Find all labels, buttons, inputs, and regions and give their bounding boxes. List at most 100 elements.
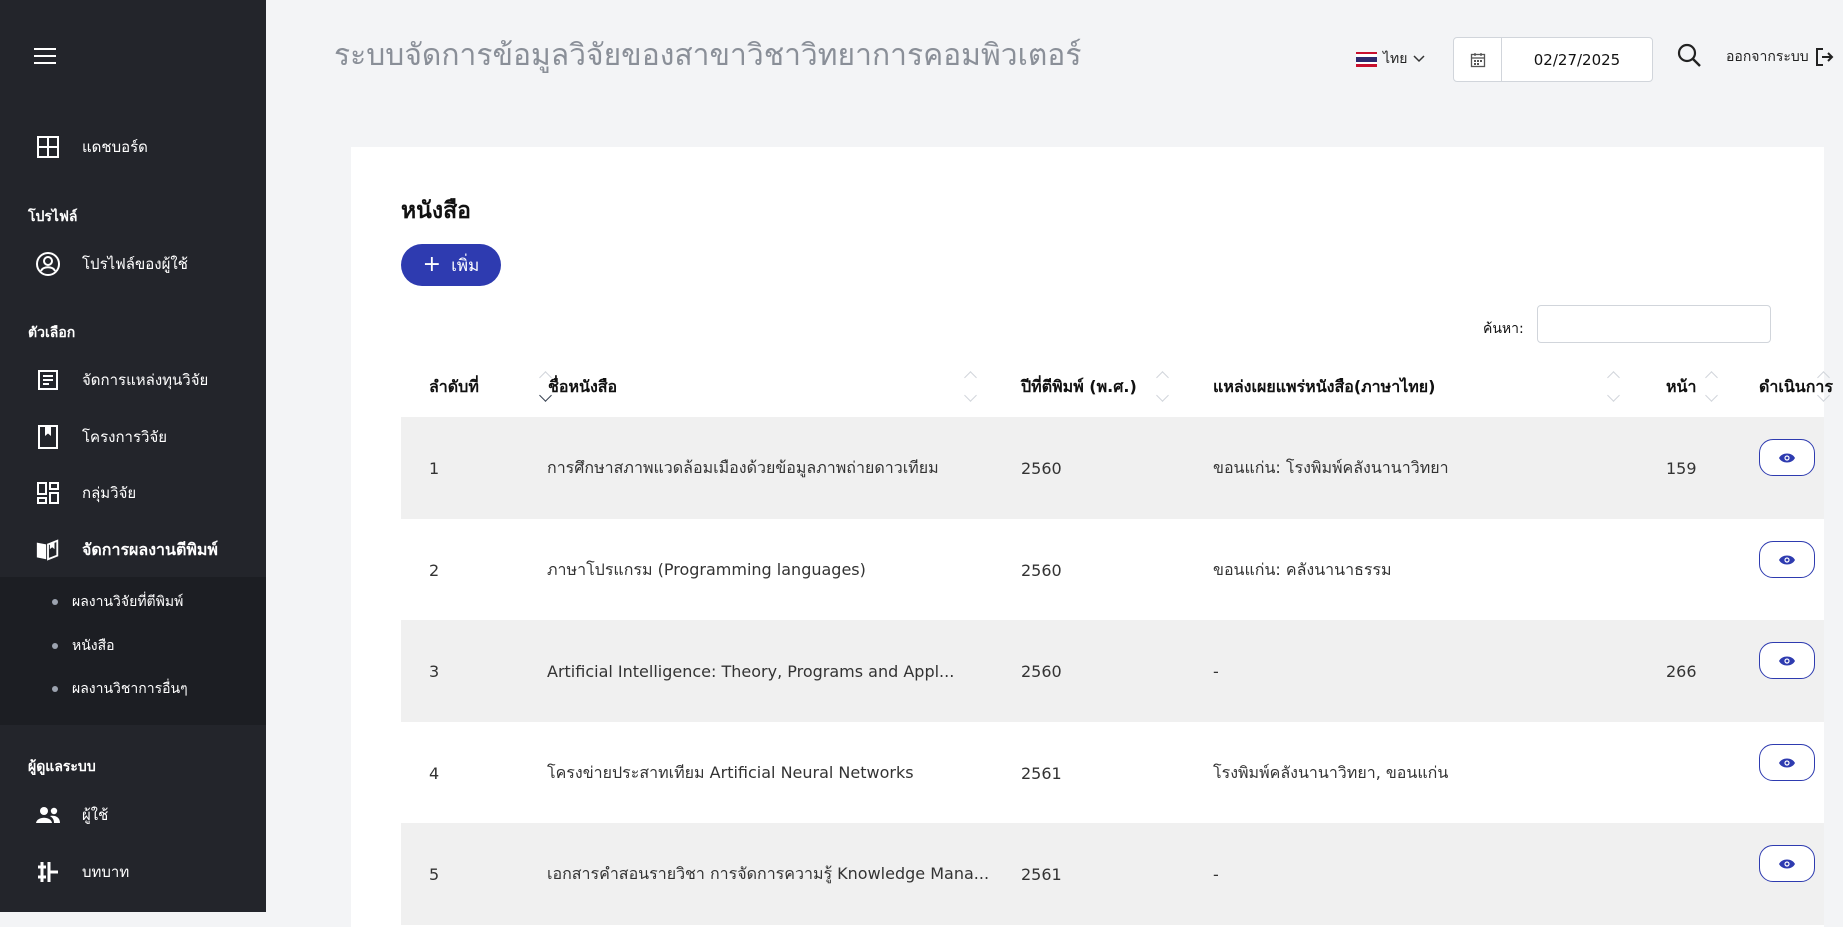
cell-title: ภาษาโปรแกรม (Programming languages) — [547, 559, 866, 579]
cell-title: โครงข่ายประสาทเทียม Artificial Neural Ne… — [547, 762, 914, 782]
document-icon — [35, 367, 61, 393]
add-button-label: เพิ่ม — [451, 255, 480, 276]
cell-no: 1 — [429, 458, 440, 478]
cell-no: 4 — [429, 763, 440, 783]
cell-source: - — [1213, 864, 1219, 884]
cell-year: 2560 — [1021, 560, 1062, 580]
dashboard-tiles-icon — [35, 480, 61, 506]
eye-icon — [1779, 656, 1795, 665]
section-admin: ผู้ดูแลระบบ — [28, 759, 96, 775]
view-button[interactable] — [1759, 439, 1815, 476]
cell-pages: 159 — [1666, 458, 1697, 478]
sort-icon[interactable] — [1156, 367, 1170, 407]
table-row: 1 การศึกษาสภาพแวดล้อมเมืองด้วยข้อมูลภาพถ… — [401, 417, 1824, 519]
logout-label: ออกจากระบบ — [1726, 49, 1809, 65]
sidebar-item-label: จัดการผลงานตีพิมพ์ — [82, 539, 218, 559]
calendar-icon — [1454, 38, 1502, 81]
app-title: ระบบจัดการข้อมูลวิจัยของสาขาวิชาวิทยาการ… — [334, 38, 1082, 73]
submenu-item-label: ผลงานวิชาการอื่นๆ — [72, 681, 188, 697]
menu-toggle-icon[interactable] — [34, 48, 56, 64]
submenu-item-other-works[interactable]: ผลงานวิชาการอื่นๆ — [0, 671, 266, 707]
sort-icon[interactable] — [964, 367, 978, 407]
books-card: หนังสือ + เพิ่ม ค้นหา: ลำดับที่ ชื่อหนัง… — [351, 147, 1833, 927]
cell-title: Artificial Intelligence: Theory, Program… — [547, 661, 955, 681]
eye-icon — [1779, 453, 1795, 462]
column-header-source[interactable]: แหล่งเผยแพร่หนังสือ(ภาษาไทย) — [1213, 357, 1435, 417]
sort-icon[interactable] — [1705, 367, 1719, 407]
language-label: ไทย — [1383, 51, 1408, 67]
chevron-down-icon — [1413, 55, 1426, 63]
date-picker[interactable]: 02/27/2025 — [1453, 37, 1653, 82]
sidebar: แดชบอร์ด โปรไฟล์ โปรไฟล์ของผู้ใช้ ตัวเลื… — [0, 0, 266, 912]
bullet-icon — [52, 599, 58, 605]
user-circle-icon — [35, 251, 61, 277]
column-header-no[interactable]: ลำดับที่ — [429, 357, 479, 417]
bullet-icon — [52, 686, 58, 692]
sort-icon[interactable] — [1607, 367, 1621, 407]
sidebar-item-funding[interactable]: จัดการแหล่งทุนวิจัย — [0, 358, 266, 402]
submenu-item-label: ผลงานวิจัยที่ตีพิมพ์ — [72, 594, 184, 610]
search-input[interactable] — [1537, 305, 1771, 343]
sidebar-item-research-groups[interactable]: กลุ่มวิจัย — [0, 471, 266, 515]
column-header-title[interactable]: ชื่อหนังสือ — [548, 357, 617, 417]
column-header-label: ลำดับที่ — [429, 376, 479, 396]
search-label: ค้นหา: — [1483, 321, 1524, 337]
sidebar-item-label: แดชบอร์ด — [82, 138, 148, 156]
view-button[interactable] — [1759, 845, 1815, 882]
eye-icon — [1779, 555, 1795, 564]
sidebar-item-projects[interactable]: โครงการวิจัย — [0, 415, 266, 459]
cell-year: 2561 — [1021, 864, 1062, 884]
cell-no: 2 — [429, 560, 440, 580]
logout-button[interactable]: ออกจากระบบ — [1726, 46, 1835, 68]
sidebar-item-label: ผู้ใช้ — [82, 806, 109, 824]
column-header-pages[interactable]: หน้า — [1666, 357, 1696, 417]
cell-title: การศึกษาสภาพแวดล้อมเมืองด้วยข้อมูลภาพถ่า… — [547, 457, 939, 477]
cell-year: 2561 — [1021, 763, 1062, 783]
cell-pages: 266 — [1666, 661, 1697, 681]
sidebar-item-publications[interactable]: จัดการผลงานตีพิมพ์ — [0, 528, 266, 572]
open-book-icon — [35, 537, 61, 563]
add-book-button[interactable]: + เพิ่ม — [401, 244, 501, 286]
view-button[interactable] — [1759, 744, 1815, 781]
view-button[interactable] — [1759, 541, 1815, 578]
search-icon[interactable] — [1676, 42, 1704, 70]
sidebar-item-user-profile[interactable]: โปรไฟล์ของผู้ใช้ — [0, 242, 266, 286]
eye-icon — [1779, 758, 1795, 767]
sidebar-item-label: บทบาท — [82, 863, 130, 881]
sort-icon[interactable] — [1817, 367, 1831, 407]
date-value: 02/27/2025 — [1533, 50, 1621, 69]
bookmark-icon — [35, 424, 61, 450]
sidebar-item-dashboard[interactable]: แดชบอร์ด — [0, 125, 266, 169]
sidebar-item-roles[interactable]: บทบาท — [0, 850, 266, 894]
language-selector[interactable]: ไทย — [1356, 48, 1426, 70]
plus-icon: + — [422, 252, 442, 277]
column-header-year[interactable]: ปีที่ตีพิมพ์ (พ.ศ.) — [1021, 357, 1137, 417]
eye-icon — [1779, 859, 1795, 868]
sidebar-item-label: จัดการแหล่งทุนวิจัย — [82, 371, 209, 389]
cell-no: 3 — [429, 661, 440, 681]
sidebar-item-label: โปรไฟล์ของผู้ใช้ — [82, 255, 188, 273]
column-header-label: หน้า — [1666, 376, 1697, 396]
sidebar-item-users[interactable]: ผู้ใช้ — [0, 793, 266, 837]
cell-title: เอกสารคำสอนรายวิชา การจัดการความรู้ Know… — [547, 863, 990, 883]
cell-source: ขอนแก่น: คลังนานาธรรม — [1213, 559, 1392, 579]
section-options: ตัวเลือก — [28, 325, 76, 341]
view-button[interactable] — [1759, 642, 1815, 679]
sidebar-item-label: โครงการวิจัย — [82, 428, 168, 446]
submenu-item-books[interactable]: หนังสือ — [0, 628, 266, 664]
column-header-label: ชื่อหนังสือ — [548, 376, 618, 396]
logout-icon — [1815, 48, 1834, 66]
table-row: 2 ภาษาโปรแกรม (Programming languages) 25… — [401, 519, 1824, 621]
sidebar-item-label: กลุ่มวิจัย — [82, 484, 137, 502]
publications-submenu: ผลงานวิจัยที่ตีพิมพ์ หนังสือ ผลงานวิชากา… — [0, 577, 266, 725]
section-profile: โปรไฟล์ — [28, 209, 78, 225]
people-icon — [35, 802, 61, 828]
submenu-item-published-research[interactable]: ผลงานวิจัยที่ตีพิมพ์ — [0, 584, 266, 620]
table-header: ลำดับที่ ชื่อหนังสือ ปีที่ตีพิมพ์ (พ.ศ.)… — [401, 357, 1833, 417]
grid-icon — [35, 134, 61, 160]
cell-year: 2560 — [1021, 458, 1062, 478]
page-title: หนังสือ — [401, 198, 471, 224]
table-row: 4 โครงข่ายประสาทเทียม Artificial Neural … — [401, 722, 1824, 824]
cell-year: 2560 — [1021, 661, 1062, 681]
column-header-label: แหล่งเผยแพร่หนังสือ(ภาษาไทย) — [1213, 376, 1436, 396]
